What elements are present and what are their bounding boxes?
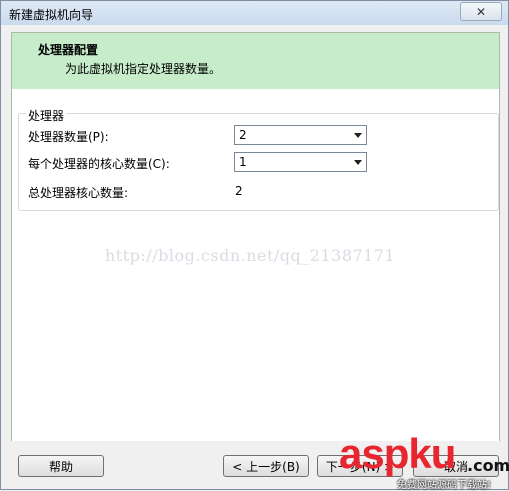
processor-count-value: 2 xyxy=(239,128,247,142)
content-panel: 处理器 处理器数量(P): 2 每个处理器的核心数量(C): 1 总处理器核心数… xyxy=(11,89,500,442)
cores-per-processor-label: 每个处理器的核心数量(C): xyxy=(28,157,170,171)
total-cores-label: 总处理器核心数量: xyxy=(28,186,129,200)
logo-com-text: .com xyxy=(467,456,509,475)
wizard-window: 新建虚拟机向导 ✕ 处理器配置 为此虚拟机指定处理器数量。 处理器 处理器数量(… xyxy=(0,0,509,490)
cores-per-processor-value: 1 xyxy=(239,155,247,169)
back-button[interactable]: < 上一步(B) xyxy=(223,455,309,477)
window-title: 新建虚拟机向导 xyxy=(9,8,94,22)
wizard-header: 处理器配置 为此虚拟机指定处理器数量。 xyxy=(11,32,500,91)
processor-group-title: 处理器 xyxy=(26,107,67,124)
page-subtitle: 为此虚拟机指定处理器数量。 xyxy=(65,62,222,76)
close-button[interactable]: ✕ xyxy=(460,2,502,21)
processor-count-label: 处理器数量(P): xyxy=(28,130,109,144)
processor-count-select[interactable]: 2 xyxy=(234,125,367,145)
cores-per-processor-select[interactable]: 1 xyxy=(234,152,367,172)
logo-main-text: aspku xyxy=(339,430,456,477)
page-title: 处理器配置 xyxy=(38,43,99,57)
title-bar: 新建虚拟机向导 ✕ xyxy=(1,1,508,25)
chevron-down-icon xyxy=(354,133,362,138)
watermark-text: http://blog.csdn.net/qq_21387171 xyxy=(105,246,396,265)
close-icon: ✕ xyxy=(475,4,487,19)
chevron-down-icon xyxy=(354,160,362,165)
total-cores-value: 2 xyxy=(235,184,243,198)
aspku-logo: aspku .com 免费网站源码下载站! xyxy=(339,430,509,491)
logo-subtitle: 免费网站源码下载站! xyxy=(397,480,492,491)
help-button[interactable]: 帮助 xyxy=(18,455,104,477)
